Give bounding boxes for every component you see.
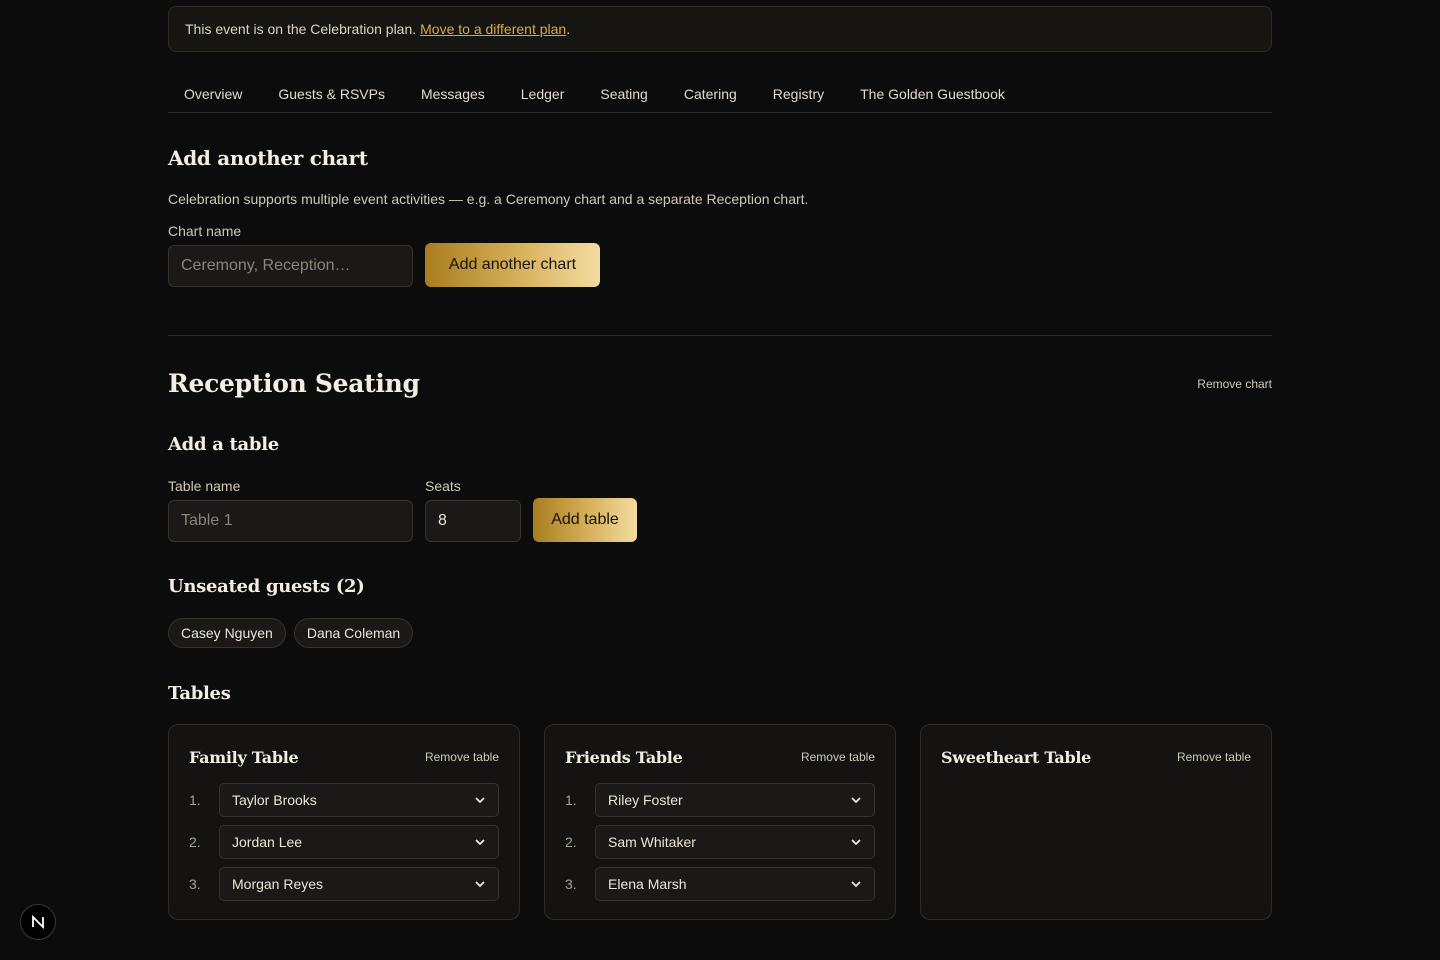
dev-tools-badge[interactable] <box>20 904 56 940</box>
event-tabs: Overview Guests & RSVPs Messages Ledger … <box>168 76 1272 113</box>
guest-chip[interactable]: Casey Nguyen <box>168 618 286 648</box>
seat-number: 3. <box>189 876 201 892</box>
n-logo-icon <box>32 915 44 929</box>
chevron-down-icon <box>475 797 485 804</box>
add-table-heading: Add a table <box>168 434 279 455</box>
add-chart-button[interactable]: Add another chart <box>425 243 600 287</box>
plan-banner-suffix: . <box>566 21 571 37</box>
seat-number: 2. <box>565 834 577 850</box>
seats-input[interactable] <box>425 500 521 542</box>
tab-overview[interactable]: Overview <box>168 76 258 102</box>
table-card: Family Table Remove table 1. Taylor Broo… <box>168 724 520 920</box>
table-card-title: Friends Table <box>565 747 683 767</box>
tab-golden-guestbook[interactable]: The Golden Guestbook <box>844 76 1021 102</box>
add-table-button[interactable]: Add table <box>533 498 637 542</box>
seat-guest-select[interactable]: Sam Whitaker <box>595 825 875 859</box>
seat-row: 2. Sam Whitaker <box>565 825 875 859</box>
seat-number: 3. <box>565 876 577 892</box>
chevron-down-icon <box>475 881 485 888</box>
chart-title: Reception Seating <box>168 369 420 398</box>
tab-catering[interactable]: Catering <box>668 76 753 102</box>
table-card-title: Sweetheart Table <box>941 747 1092 767</box>
seats-label: Seats <box>425 478 461 494</box>
seat-guest-select[interactable]: Morgan Reyes <box>219 867 499 901</box>
unseated-guest-list: Casey Nguyen Dana Coleman <box>168 618 414 648</box>
plan-banner: This event is on the Celebration plan. M… <box>168 6 1272 52</box>
chevron-down-icon <box>851 881 861 888</box>
seat-guest-value: Riley Foster <box>608 792 683 808</box>
chevron-down-icon <box>475 839 485 846</box>
tables-heading: Tables <box>168 683 231 704</box>
chevron-down-icon <box>851 839 861 846</box>
seat-number: 1. <box>565 792 577 808</box>
tab-guests-rsvps[interactable]: Guests & RSVPs <box>262 76 401 102</box>
table-card: Sweetheart Table Remove table <box>920 724 1272 920</box>
remove-table-button[interactable]: Remove table <box>425 750 499 764</box>
seat-guest-select[interactable]: Riley Foster <box>595 783 875 817</box>
guest-chip[interactable]: Dana Coleman <box>293 618 414 648</box>
seat-row: 3. Morgan Reyes <box>189 867 499 901</box>
unseated-guests-heading: Unseated guests (2) <box>168 576 365 597</box>
seat-guest-select[interactable]: Elena Marsh <box>595 867 875 901</box>
seat-row: 1. Taylor Brooks <box>189 783 499 817</box>
table-card: Friends Table Remove table 1. Riley Fost… <box>544 724 896 920</box>
remove-table-button[interactable]: Remove table <box>801 750 875 764</box>
seat-row: 2. Jordan Lee <box>189 825 499 859</box>
tab-ledger[interactable]: Ledger <box>505 76 581 102</box>
section-divider <box>168 335 1272 336</box>
table-name-input[interactable] <box>168 500 413 542</box>
tables-grid: Family Table Remove table 1. Taylor Broo… <box>168 724 1272 920</box>
remove-table-button[interactable]: Remove table <box>1177 750 1251 764</box>
plan-banner-text: This event is on the Celebration plan. <box>185 21 417 37</box>
chevron-down-icon <box>851 797 861 804</box>
tab-registry[interactable]: Registry <box>757 76 840 102</box>
remove-chart-button[interactable]: Remove chart <box>1197 377 1272 391</box>
seat-guest-value: Morgan Reyes <box>232 876 324 892</box>
table-card-title: Family Table <box>189 747 299 767</box>
seat-number: 2. <box>189 834 201 850</box>
change-plan-link[interactable]: Move to a different plan <box>420 21 566 37</box>
seat-number: 1. <box>189 792 201 808</box>
tab-messages[interactable]: Messages <box>405 76 501 102</box>
seat-row: 1. Riley Foster <box>565 783 875 817</box>
seat-guest-select[interactable]: Jordan Lee <box>219 825 499 859</box>
tab-seating[interactable]: Seating <box>584 76 663 102</box>
seat-guest-value: Elena Marsh <box>608 876 687 892</box>
chart-name-input[interactable] <box>168 245 413 287</box>
seat-row: 3. Elena Marsh <box>565 867 875 901</box>
seat-guest-value: Sam Whitaker <box>608 834 696 850</box>
chart-name-label: Chart name <box>168 223 242 239</box>
seat-guest-select[interactable]: Taylor Brooks <box>219 783 499 817</box>
seat-guest-value: Taylor Brooks <box>232 792 317 808</box>
add-chart-heading: Add another chart <box>168 146 368 170</box>
table-name-label: Table name <box>168 478 241 494</box>
add-chart-description: Celebration supports multiple event acti… <box>168 191 809 207</box>
seat-guest-value: Jordan Lee <box>232 834 303 850</box>
